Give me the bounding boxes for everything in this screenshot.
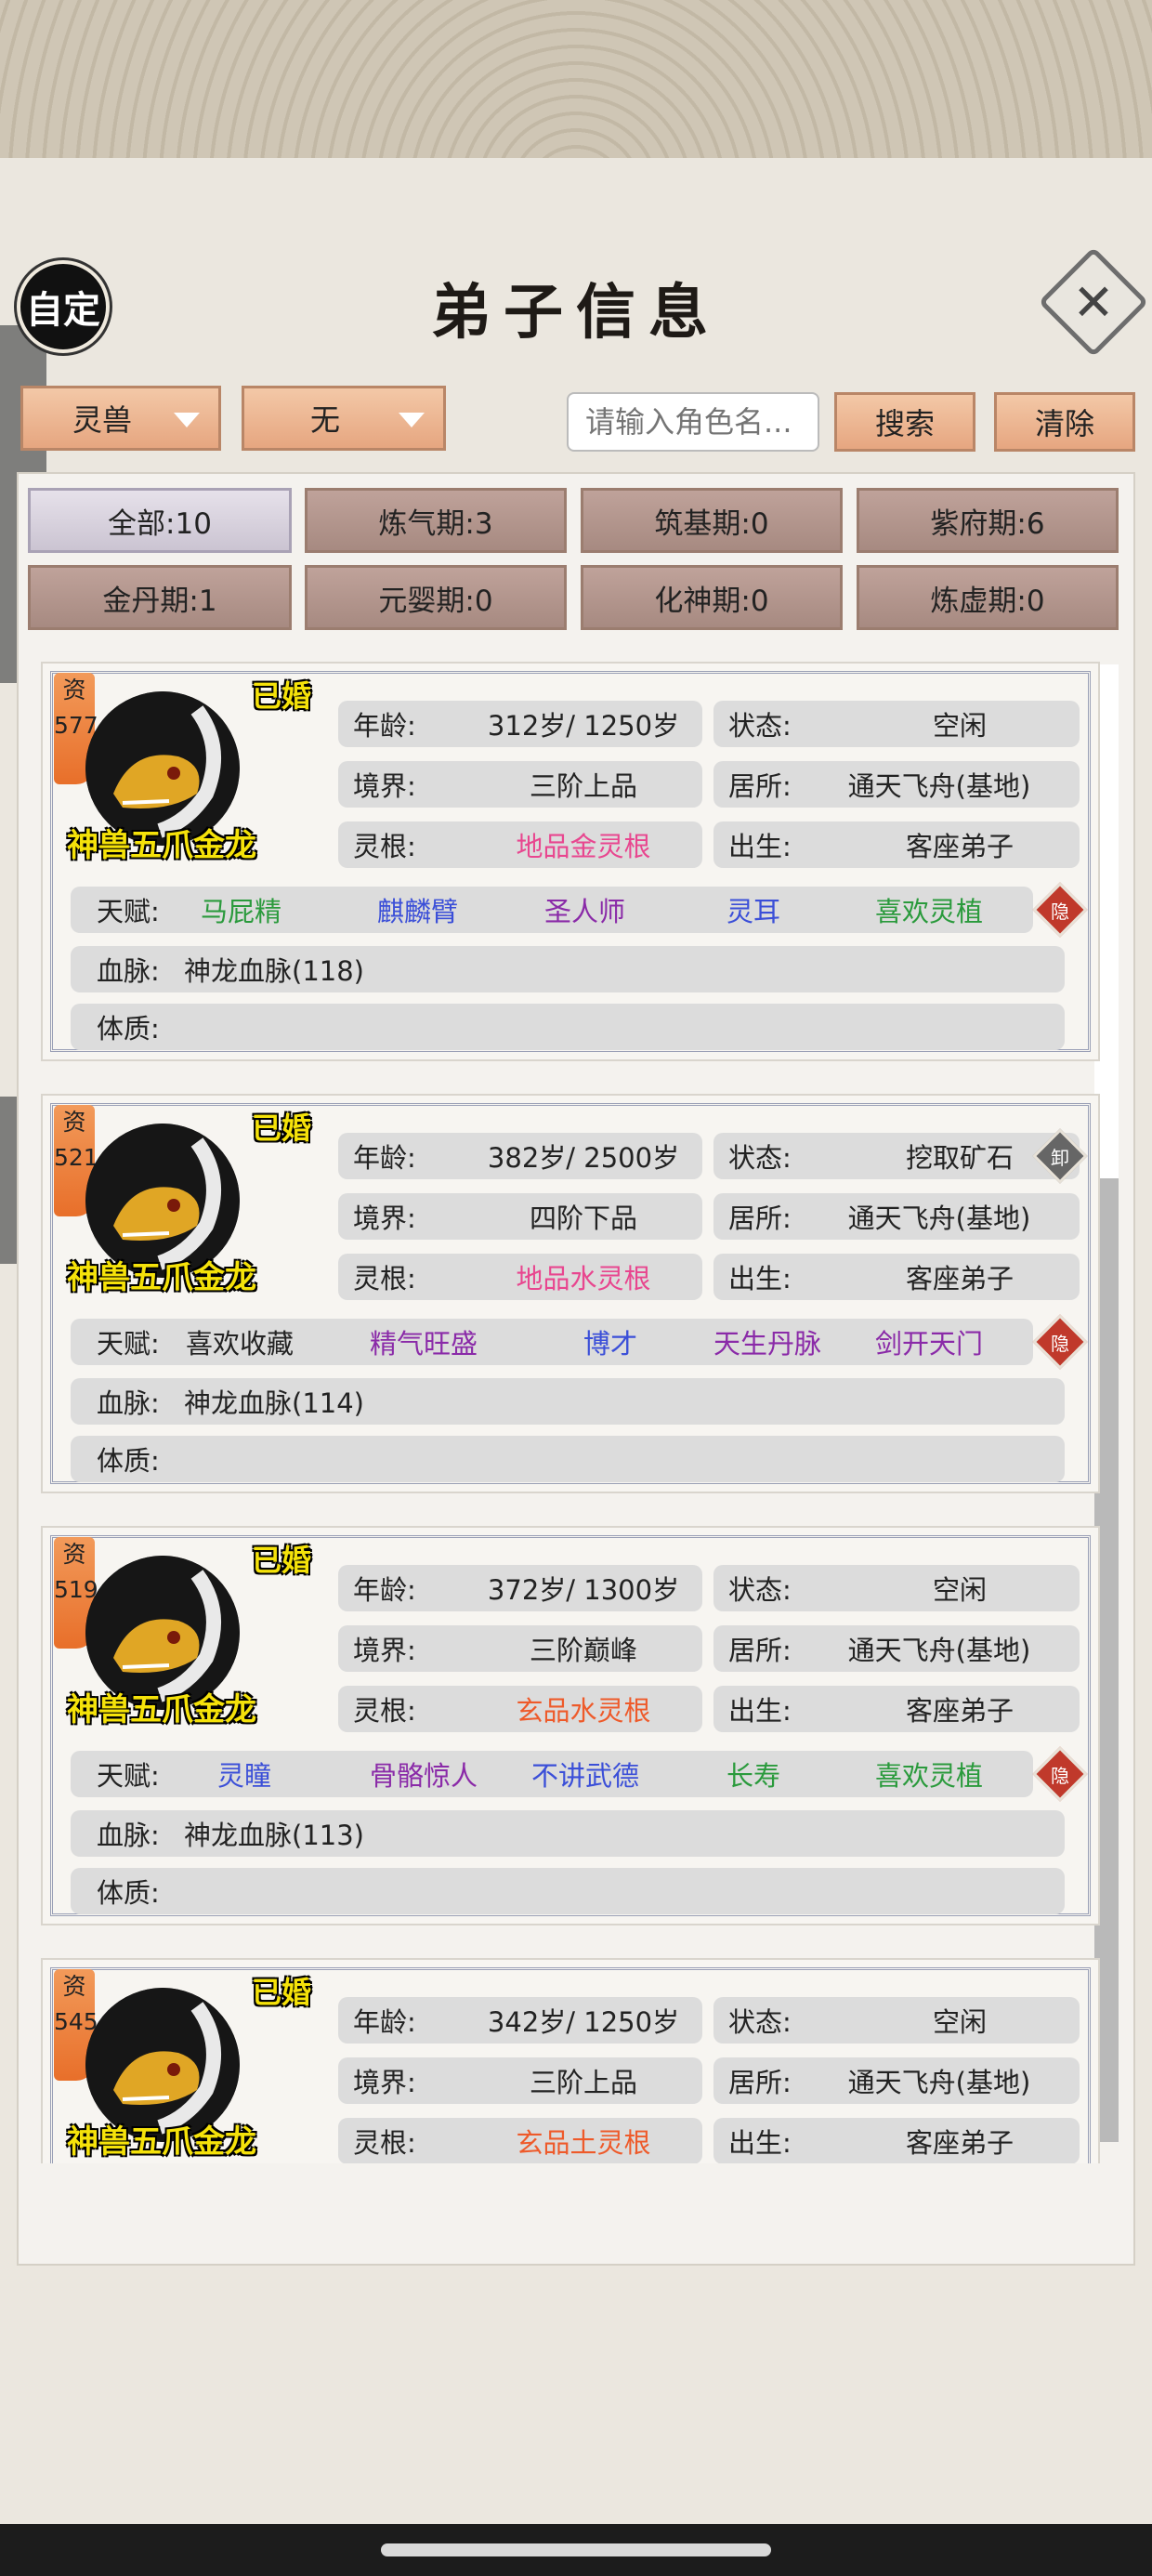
age-field: 年龄: 342岁/ 1250岁 — [338, 1997, 702, 2044]
tab-lianxu[interactable]: 炼虚期:0 — [857, 565, 1119, 630]
spirit-root-field: 灵根: 地品水灵根 — [338, 1254, 702, 1300]
home-indicator[interactable] — [381, 2543, 771, 2556]
physique-row: 体质: — [71, 1436, 1065, 1482]
residence-field: 居所: 通天飞舟(基地) — [713, 1625, 1080, 1672]
origin-field: 出生: 客座弟子 — [713, 2118, 1080, 2163]
married-badge: 已婚 — [252, 1543, 312, 1578]
realm-field: 境界: 三阶上品 — [338, 761, 702, 808]
status-field: 状态: 空闲 — [713, 701, 1080, 747]
talent-tag: 骨骼惊人 — [370, 1760, 478, 1792]
clear-button[interactable]: 清除 — [994, 392, 1135, 452]
age-field: 年龄: 312岁/ 1250岁 — [338, 701, 702, 747]
page-title: 弟子信息 — [431, 278, 721, 348]
spirit-root-field: 灵根: 地品金灵根 — [338, 821, 702, 868]
talent-tag: 麒麟臂 — [377, 896, 459, 927]
talent-tag: 精气旺盛 — [370, 1328, 478, 1360]
auto-button[interactable]: 自定 — [17, 260, 110, 353]
type-dropdown[interactable]: 灵兽 — [20, 386, 221, 451]
talent-tag: 剑开天门 — [875, 1328, 984, 1360]
disciple-name: 神兽五爪金龙 — [67, 2123, 256, 2161]
disciple-card[interactable]: 资 521 已婚 神兽五爪金龙 年龄: 382岁/ 2500岁 状态: 挖取矿石 卸 … — [41, 1094, 1100, 1493]
residence-field: 居所: 通天飞舟(基地) — [713, 2057, 1080, 2104]
disciple-name: 神兽五爪金龙 — [67, 827, 256, 864]
talent-tag: 灵耳 — [727, 896, 781, 927]
disciple-name: 神兽五爪金龙 — [67, 1691, 256, 1728]
origin-field: 出生: 客座弟子 — [713, 1686, 1080, 1732]
talent-tag: 天生丹脉 — [713, 1328, 822, 1360]
talent-tag: 长寿 — [727, 1760, 781, 1792]
talent-row: 天赋: 喜欢收藏 精气旺盛 博才 天生丹脉 剑开天门 — [71, 1319, 1033, 1365]
spirit-root-field: 灵根: 玄品水灵根 — [338, 1686, 702, 1732]
tab-jindan[interactable]: 金丹期:1 — [28, 565, 292, 630]
status-field: 状态: 空闲 — [713, 1997, 1080, 2044]
talent-tag: 灵瞳 — [217, 1760, 272, 1792]
disciple-card[interactable]: 资 519 已婚 神兽五爪金龙 年龄: 372岁/ 1300岁 状态: 空闲 境界: 三… — [41, 1526, 1100, 1925]
spirit-root-field: 灵根: 玄品土灵根 — [338, 2118, 702, 2163]
realm-field: 境界: 三阶上品 — [338, 2057, 702, 2104]
disciple-list[interactable]: 资 577 已婚 神兽五爪金龙 年龄: 312岁/ 1250岁 状态: 空闲 境界: 三… — [19, 662, 1133, 2163]
top-decor-band — [0, 0, 1152, 168]
realm-field: 境界: 三阶巅峰 — [338, 1625, 702, 1672]
residence-field: 居所: 通天飞舟(基地) — [713, 761, 1080, 808]
bloodline-row: 血脉: 神龙血脉(113) — [71, 1810, 1065, 1857]
tab-huashen[interactable]: 化神期:0 — [581, 565, 843, 630]
talent-tag: 博才 — [583, 1328, 638, 1360]
tab-zhuji[interactable]: 筑基期:0 — [581, 488, 843, 553]
chevron-down-icon — [399, 413, 425, 427]
age-field: 年龄: 382岁/ 2500岁 — [338, 1133, 702, 1179]
tab-all[interactable]: 全部:10 — [28, 488, 292, 553]
residence-field: 居所: 通天飞舟(基地) — [713, 1193, 1080, 1240]
age-field: 年龄: 372岁/ 1300岁 — [338, 1565, 702, 1611]
talent-tag: 喜欢灵植 — [875, 1760, 984, 1792]
bloodline-row: 血脉: 神龙血脉(114) — [71, 1378, 1065, 1425]
talent-tag: 马屁精 — [201, 896, 282, 927]
search-button[interactable]: 搜索 — [834, 392, 975, 452]
physique-row: 体质: — [71, 1868, 1065, 1914]
talent-tag: 不讲武德 — [531, 1760, 640, 1792]
tab-lianqi[interactable]: 炼气期:3 — [305, 488, 567, 553]
realm-field: 境界: 四阶下品 — [338, 1193, 702, 1240]
talent-tag: 圣人师 — [544, 896, 626, 927]
talent-tag: 喜欢收藏 — [186, 1328, 295, 1360]
physique-row: 体质: — [71, 1004, 1065, 1050]
origin-field: 出生: 客座弟子 — [713, 1254, 1080, 1300]
married-badge: 已婚 — [252, 678, 312, 714]
origin-field: 出生: 客座弟子 — [713, 821, 1080, 868]
disciple-card[interactable]: 资 545 已婚 神兽五爪金龙 年龄: 342岁/ 1250岁 状态: 空闲 境界: 三… — [41, 1958, 1100, 2163]
talent-row: 天赋: 马屁精 麒麟臂 圣人师 灵耳 喜欢灵植 — [71, 887, 1033, 933]
status-field: 状态: 挖取矿石 — [713, 1133, 1080, 1179]
close-icon: ✕ — [1072, 272, 1115, 332]
search-input[interactable] — [567, 392, 819, 452]
tab-zifu[interactable]: 紫府期:6 — [857, 488, 1119, 553]
bloodline-row: 血脉: 神龙血脉(118) — [71, 946, 1065, 992]
tab-yuanying[interactable]: 元婴期:0 — [305, 565, 567, 630]
married-badge: 已婚 — [252, 1975, 312, 2010]
status-field: 状态: 空闲 — [713, 1565, 1080, 1611]
talent-tag: 喜欢灵植 — [875, 896, 984, 927]
disciple-name: 神兽五爪金龙 — [67, 1259, 256, 1296]
disciple-card[interactable]: 资 577 已婚 神兽五爪金龙 年龄: 312岁/ 1250岁 状态: 空闲 境界: 三… — [41, 662, 1100, 1061]
talent-row: 天赋: 灵瞳 骨骼惊人 不讲武德 长寿 喜欢灵植 — [71, 1751, 1033, 1797]
chevron-down-icon — [174, 413, 200, 427]
sub-dropdown[interactable]: 无 — [242, 386, 446, 451]
married-badge: 已婚 — [252, 1111, 312, 1146]
